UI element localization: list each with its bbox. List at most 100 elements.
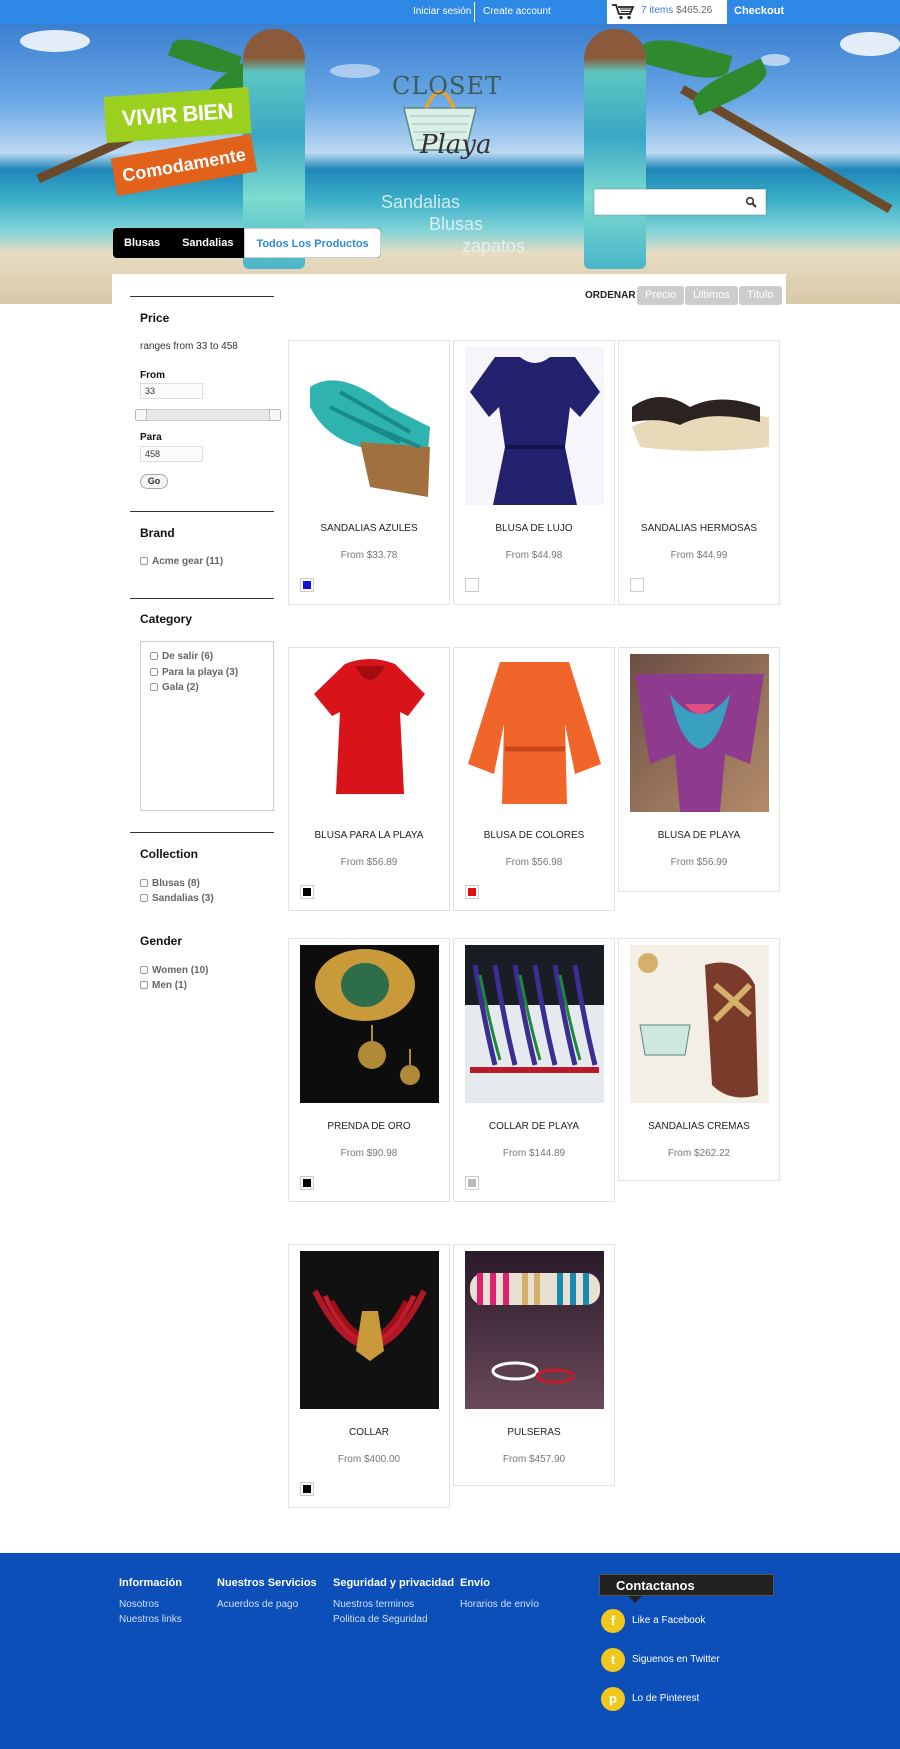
- product-card[interactable]: SANDALIAS CREMAS From $262.22: [618, 938, 780, 1181]
- color-swatch[interactable]: [300, 1482, 314, 1496]
- product-name[interactable]: SANDALIAS AZULES: [289, 523, 449, 534]
- collection-checkbox-sandalias[interactable]: Sandalias (3): [140, 893, 214, 904]
- product-image[interactable]: [465, 945, 604, 1103]
- product-name[interactable]: PULSERAS: [454, 1427, 614, 1438]
- product-card[interactable]: COLLAR DE PLAYA From $144.89: [453, 938, 615, 1202]
- checkout-link[interactable]: Checkout: [734, 0, 784, 22]
- twitter-icon[interactable]: t: [601, 1648, 625, 1672]
- color-swatch[interactable]: [300, 885, 314, 899]
- product-image[interactable]: [630, 654, 769, 812]
- product-card[interactable]: BLUSA DE COLORES From $56.98: [453, 647, 615, 911]
- cloud: [760, 54, 790, 66]
- footer-link-horarios-envio[interactable]: Horarios de envío: [460, 1599, 539, 1610]
- cart-icon[interactable]: [611, 3, 635, 23]
- divider: [474, 2, 475, 22]
- contact-heading: Contactanos: [599, 1574, 774, 1603]
- color-swatch[interactable]: [630, 578, 644, 592]
- pinterest-icon[interactable]: p: [601, 1687, 625, 1711]
- divider: [130, 832, 274, 833]
- signin-link[interactable]: Iniciar sesión: [413, 0, 471, 24]
- sort-latest-button[interactable]: Últimos: [685, 286, 738, 305]
- category-checkbox-gala[interactable]: Gala (2): [150, 682, 199, 693]
- checkbox-label: De salir (6): [162, 651, 214, 662]
- price-to-input[interactable]: 458: [140, 446, 203, 462]
- checkbox[interactable]: [140, 879, 148, 887]
- price-range-slider[interactable]: [135, 409, 281, 421]
- slider-max-handle[interactable]: [269, 409, 281, 421]
- product-image[interactable]: [465, 1251, 604, 1409]
- footer-link-acuerdos-de-pago[interactable]: Acuerdos de pago: [217, 1599, 298, 1610]
- checkbox[interactable]: [150, 683, 158, 691]
- hero-banner: VIVIR BIEN Comodamente CLOSET Playa Sand…: [0, 24, 900, 304]
- price-filter-title: Price: [140, 311, 170, 325]
- collection-checkbox-blusas[interactable]: Blusas (8): [140, 878, 200, 889]
- facebook-icon[interactable]: f: [601, 1609, 625, 1633]
- sort-price-button[interactable]: Precio: [637, 286, 685, 305]
- product-name[interactable]: BLUSA DE COLORES: [454, 830, 614, 841]
- product-card[interactable]: BLUSA DE LUJO From $44.98: [453, 340, 615, 605]
- color-swatch[interactable]: [300, 578, 314, 592]
- product-image[interactable]: [300, 654, 439, 812]
- closet-playa-logo[interactable]: CLOSET Playa: [380, 68, 501, 178]
- product-image[interactable]: [465, 347, 604, 505]
- product-name[interactable]: SANDALIAS HERMOSAS: [619, 523, 779, 534]
- brand-checkbox-acme-gear[interactable]: Acme gear (11): [140, 556, 223, 567]
- color-swatch[interactable]: [465, 578, 479, 592]
- product-name[interactable]: BLUSA PARA LA PLAYA: [289, 830, 449, 841]
- product-name[interactable]: SANDALIAS CREMAS: [619, 1121, 779, 1132]
- checkbox[interactable]: [140, 966, 148, 974]
- price-from-input[interactable]: 33: [140, 383, 203, 399]
- product-name[interactable]: COLLAR DE PLAYA: [454, 1121, 614, 1132]
- product-name[interactable]: BLUSA DE LUJO: [454, 523, 614, 534]
- checkbox[interactable]: [140, 894, 148, 902]
- checkbox[interactable]: [150, 652, 158, 660]
- product-card[interactable]: COLLAR From $400.00: [288, 1244, 450, 1508]
- search-icon[interactable]: [745, 196, 757, 211]
- cart-text[interactable]: 7 items $465.26: [641, 0, 712, 22]
- tab-todos-los-productos[interactable]: Todos Los Productos: [244, 228, 381, 258]
- cart-summary[interactable]: 7 items $465.26: [607, 0, 727, 24]
- product-image[interactable]: [300, 347, 439, 505]
- price-go-button[interactable]: Go: [140, 474, 168, 489]
- product-card[interactable]: SANDALIAS AZULES From $33.78: [288, 340, 450, 605]
- product-card[interactable]: BLUSA PARA LA PLAYA From $56.89: [288, 647, 450, 911]
- footer-link-terminos[interactable]: Nuestros terminos: [333, 1599, 414, 1610]
- color-swatch[interactable]: [465, 885, 479, 899]
- gender-checkbox-men[interactable]: Men (1): [140, 980, 187, 991]
- checkbox[interactable]: [150, 668, 158, 676]
- cloud: [330, 64, 380, 78]
- product-card[interactable]: BLUSA DE PLAYA From $56.99: [618, 647, 780, 892]
- category-checkbox-de-salir[interactable]: De salir (6): [150, 651, 213, 662]
- category-checkbox-para-la-playa[interactable]: Para la playa (3): [150, 667, 238, 678]
- footer-heading-servicios: Nuestros Servicios: [217, 1577, 317, 1589]
- product-name[interactable]: BLUSA DE PLAYA: [619, 830, 779, 841]
- twitter-link[interactable]: Siguenos en Twitter: [632, 1654, 720, 1665]
- product-name[interactable]: COLLAR: [289, 1427, 449, 1438]
- product-image[interactable]: [630, 347, 769, 505]
- checkbox[interactable]: [140, 981, 148, 989]
- product-name[interactable]: PRENDA DE ORO: [289, 1121, 449, 1132]
- facebook-link[interactable]: Like a Facebook: [632, 1615, 705, 1626]
- product-image[interactable]: [300, 1251, 439, 1409]
- product-image[interactable]: [465, 654, 604, 812]
- color-swatch[interactable]: [300, 1176, 314, 1190]
- gender-checkbox-women[interactable]: Women (10): [140, 965, 209, 976]
- product-card[interactable]: PULSERAS From $457.90: [453, 1244, 615, 1486]
- tab-sandalias[interactable]: Sandalias: [171, 228, 244, 258]
- footer-link-nuestros-links[interactable]: Nuestros links: [119, 1614, 182, 1625]
- footer-link-politica-seguridad[interactable]: Politica de Seguridad: [333, 1614, 428, 1625]
- slider-min-handle[interactable]: [135, 409, 147, 421]
- product-card[interactable]: SANDALIAS HERMOSAS From $44.99: [618, 340, 780, 605]
- divider: [130, 511, 274, 512]
- sort-title-button[interactable]: Titulo: [739, 286, 782, 305]
- checkbox[interactable]: [140, 557, 148, 565]
- create-account-link[interactable]: Create account: [483, 0, 551, 24]
- search-input[interactable]: [594, 189, 766, 215]
- product-card[interactable]: PRENDA DE ORO From $90.98: [288, 938, 450, 1202]
- tab-blusas[interactable]: Blusas: [113, 228, 171, 258]
- color-swatch[interactable]: [465, 1176, 479, 1190]
- product-image[interactable]: [630, 945, 769, 1103]
- footer-link-nosotros[interactable]: Nosotros: [119, 1599, 159, 1610]
- product-image[interactable]: [300, 945, 439, 1103]
- pinterest-link[interactable]: Lo de Pinterest: [632, 1693, 699, 1704]
